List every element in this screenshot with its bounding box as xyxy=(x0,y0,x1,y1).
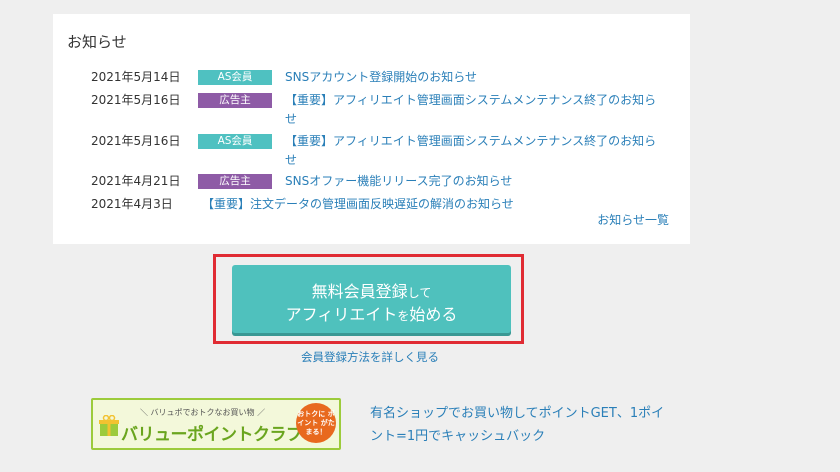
free-register-button[interactable]: 無料会員登録して アフィリエイトを始める xyxy=(232,265,511,333)
advertiser-badge: 広告主 xyxy=(198,174,272,189)
gift-icon xyxy=(99,415,119,436)
news-date: 2021年5月14日 xyxy=(91,70,181,84)
member-badge: AS会員 xyxy=(198,70,272,85)
register-guide-link[interactable]: 会員登録方法を詳しく見る xyxy=(0,349,740,365)
banner-subtitle: ＼ バリュポでおトクなお買い物 ／ xyxy=(140,408,266,417)
news-link[interactable]: SNSオファー機能リリース完了のお知らせ xyxy=(285,172,665,191)
cta-line-2: アフィリエイトを始める xyxy=(232,301,511,325)
cta-line1-small: して xyxy=(407,286,432,300)
news-link[interactable]: 【重要】アフィリエイト管理画面システムメンテナンス終了のお知らせ xyxy=(285,91,665,129)
member-badge: AS会員 xyxy=(198,134,272,149)
cta-line1-main: 無料会員登録 xyxy=(311,282,408,301)
news-date: 2021年5月16日 xyxy=(91,93,181,107)
value-point-club-banner[interactable]: ＼ バリュポでおトクなお買い物 ／ バリューポイントクラブ おトクに ポイント … xyxy=(91,398,341,450)
cta-line2-end: 始める xyxy=(409,305,458,324)
news-title: お知らせ xyxy=(67,33,127,51)
seal-text: おトクに ポイント がたまる！ xyxy=(297,409,335,436)
news-more-link[interactable]: お知らせ一覧 xyxy=(597,211,669,228)
cta-line2-small: を xyxy=(397,309,410,323)
points-seal: おトクに ポイント がたまる！ xyxy=(296,403,336,443)
cta-line-1: 無料会員登録して xyxy=(232,278,511,302)
value-point-club-link[interactable]: 有名ショップでお買い物してポイントGET、1ポイント=1円でキャッシュバック xyxy=(370,402,670,448)
banner-name: バリューポイントクラブ xyxy=(121,425,303,445)
advertiser-badge: 広告主 xyxy=(198,93,272,108)
news-date: 2021年4月21日 xyxy=(91,174,181,188)
news-link[interactable]: 【重要】アフィリエイト管理画面システムメンテナンス終了のお知らせ xyxy=(285,132,665,170)
cta-line2-main: アフィリエイト xyxy=(285,305,398,324)
news-link[interactable]: SNSアカウント登録開始のお知らせ xyxy=(285,68,665,87)
news-date: 2021年5月16日 xyxy=(91,134,181,148)
news-date: 2021年4月3日 xyxy=(91,197,173,211)
news-link[interactable]: 【重要】注文データの管理画面反映遅延の解消のお知らせ xyxy=(202,195,582,214)
news-panel: お知らせ 2021年5月14日 AS会員 SNSアカウント登録開始のお知らせ 2… xyxy=(53,14,690,244)
